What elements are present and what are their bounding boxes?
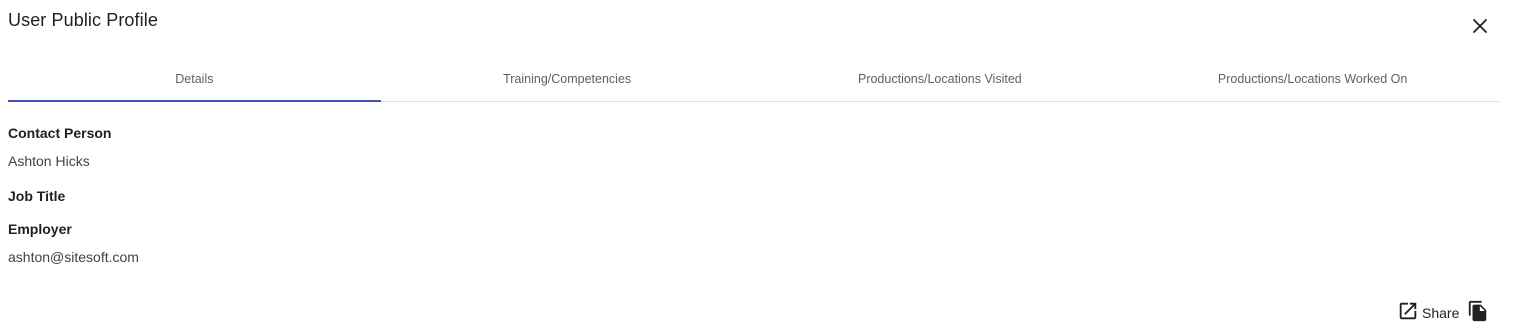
tab-label: Productions/Locations Worked On [1217, 71, 1408, 86]
contact-person-label: Contact Person [8, 125, 112, 141]
employer-label: Employer [8, 221, 72, 237]
tab-training-competencies[interactable]: Training/Competencies [381, 56, 754, 101]
copy-icon[interactable] [1467, 300, 1489, 322]
contact-person-value: Ashton Hicks [8, 153, 90, 169]
tab-details[interactable]: Details [8, 56, 381, 102]
job-title-label: Job Title [8, 188, 66, 204]
share-button[interactable]: Share [1422, 304, 1459, 322]
close-icon [1473, 19, 1487, 33]
footer-actions: Share [1397, 296, 1489, 322]
employer-value: ashton@sitesoft.com [8, 249, 139, 265]
close-button[interactable] [1468, 14, 1492, 38]
open-in-new-icon[interactable] [1397, 300, 1419, 322]
tab-bar: Details Training/Competencies Production… [8, 56, 1499, 102]
user-public-profile-dialog: User Public Profile Details Training/Com… [0, 0, 1513, 328]
tab-label: Training/Competencies [503, 71, 632, 86]
tab-productions-locations-worked-on[interactable]: Productions/Locations Worked On [1126, 56, 1499, 101]
tab-productions-locations-visited[interactable]: Productions/Locations Visited [754, 56, 1127, 101]
tab-label: Productions/Locations Visited [857, 71, 1022, 86]
tab-label: Details [175, 71, 214, 86]
dialog-title: User Public Profile [8, 10, 158, 30]
